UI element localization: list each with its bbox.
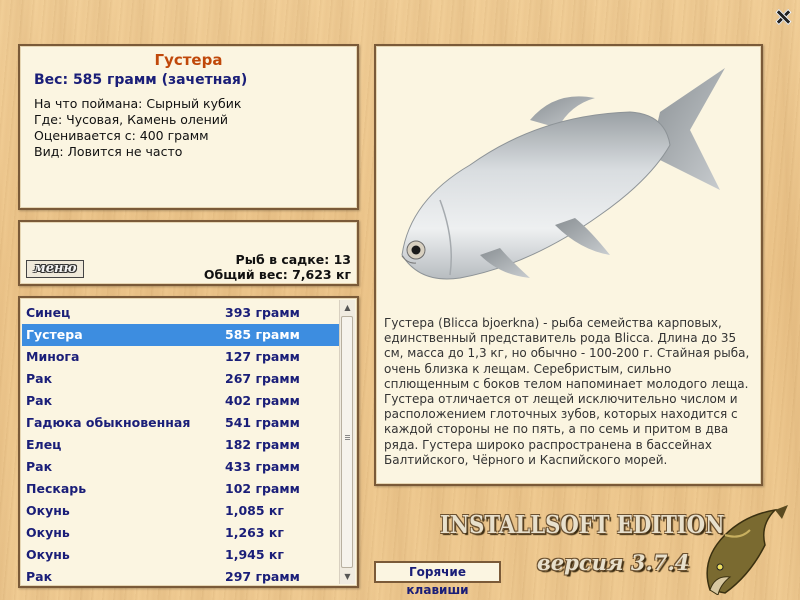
list-item[interactable]: Рак 297 грамм (22, 566, 340, 586)
list-item[interactable]: Рак 267 грамм (22, 368, 340, 390)
list-item-weight: 402 грамм (225, 393, 300, 408)
list-item[interactable]: Рак 433 грамм (22, 456, 340, 478)
fish-name-title: Густера (154, 51, 223, 69)
total-weight: Общий вес: 7,623 кг (203, 267, 351, 282)
catch-list-panel: Синец 393 грамм Густера 585 грамм Минога 127 … (18, 296, 359, 588)
frequency-text: Вид: Ловится не часто (34, 144, 183, 159)
list-item-name: Рак (26, 459, 53, 474)
list-item-weight: 393 грамм (225, 305, 300, 320)
fish-info-panel: Густера Вес: 585 грамм (зачетная) На что… (18, 44, 359, 210)
list-item-weight: 102 грамм (225, 481, 300, 496)
list-item-weight: 433 грамм (225, 459, 300, 474)
fish-image-panel: Густера (Blicca bjoerkna) - рыба семейст… (374, 44, 763, 486)
scroll-up-icon[interactable]: ▲ (340, 300, 355, 315)
list-item-name: Рак (26, 393, 53, 408)
valued-from-text: Оценивается с: 400 грамм (34, 128, 209, 143)
list-scrollbar[interactable]: ▲ ▼ (339, 300, 355, 584)
list-item[interactable]: Окунь 1,085 кг (22, 500, 340, 522)
version-text: версия 3.7.4 (537, 550, 690, 575)
list-item-weight: 182 грамм (225, 437, 300, 452)
caught-on-text: На что поймана: Сырный кубик (34, 96, 242, 111)
list-item-name: Синец (26, 305, 71, 320)
list-item-name: Гадюка обыкновенная (26, 415, 191, 430)
list-item-name: Густера (26, 327, 83, 342)
edition-logo-text: INSTALLSOFT EDITION (440, 510, 725, 539)
list-item[interactable]: Окунь 1,945 кг (22, 544, 340, 566)
list-item-weight: 1,263 кг (225, 525, 284, 540)
list-item[interactable]: Елец 182 грамм (22, 434, 340, 456)
list-item-weight: 297 грамм (225, 569, 300, 584)
hotkeys-button[interactable]: Горячие клавиши (374, 561, 501, 597)
keepnet-status-panel: меню Рыб в садке: 13 Общий вес: 7,623 кг (18, 220, 359, 286)
list-item-weight: 585 грамм (225, 327, 300, 342)
list-item-name: Окунь (26, 525, 70, 540)
list-item-weight: 1,085 кг (225, 503, 284, 518)
fish-weight: Вес: 585 грамм (зачетная) (34, 72, 248, 88)
list-item[interactable]: Синец 393 грамм (22, 302, 340, 324)
list-item[interactable]: Минога 127 грамм (22, 346, 340, 368)
menu-button[interactable]: меню (26, 260, 84, 278)
fish-description: Густера (Blicca bjoerkna) - рыба семейст… (384, 316, 750, 467)
list-item[interactable]: Окунь 1,263 кг (22, 522, 340, 544)
list-item[interactable]: Густера 585 грамм (22, 324, 340, 346)
location-text: Где: Чусовая, Камень олений (34, 112, 229, 127)
list-item-weight: 541 грамм (225, 415, 300, 430)
list-item-weight: 127 грамм (225, 349, 300, 364)
list-item[interactable]: Пескарь 102 грамм (22, 478, 340, 500)
list-item-name: Окунь (26, 503, 70, 518)
scroll-down-icon[interactable]: ▼ (340, 569, 355, 584)
scroll-thumb[interactable] (341, 316, 353, 568)
list-item-name: Рак (26, 371, 53, 386)
catch-list: Синец 393 грамм Густера 585 грамм Минога 127 … (22, 302, 340, 586)
pike-logo-icon (706, 505, 788, 595)
list-item[interactable]: Гадюка обыкновенная 541 грамм (22, 412, 340, 434)
fish-count: Рыб в садке: 13 (235, 252, 351, 267)
list-item-name: Пескарь (26, 481, 87, 496)
close-icon[interactable] (774, 8, 790, 24)
list-item[interactable]: Рак 402 грамм (22, 390, 340, 412)
list-item-weight: 1,945 кг (225, 547, 284, 562)
list-item-name: Окунь (26, 547, 70, 562)
grip-icon (345, 435, 350, 441)
fish-illustration (401, 68, 725, 280)
list-item-name: Елец (26, 437, 62, 452)
list-item-name: Минога (26, 349, 80, 364)
list-item-name: Рак (26, 569, 53, 584)
list-item-weight: 267 грамм (225, 371, 300, 386)
